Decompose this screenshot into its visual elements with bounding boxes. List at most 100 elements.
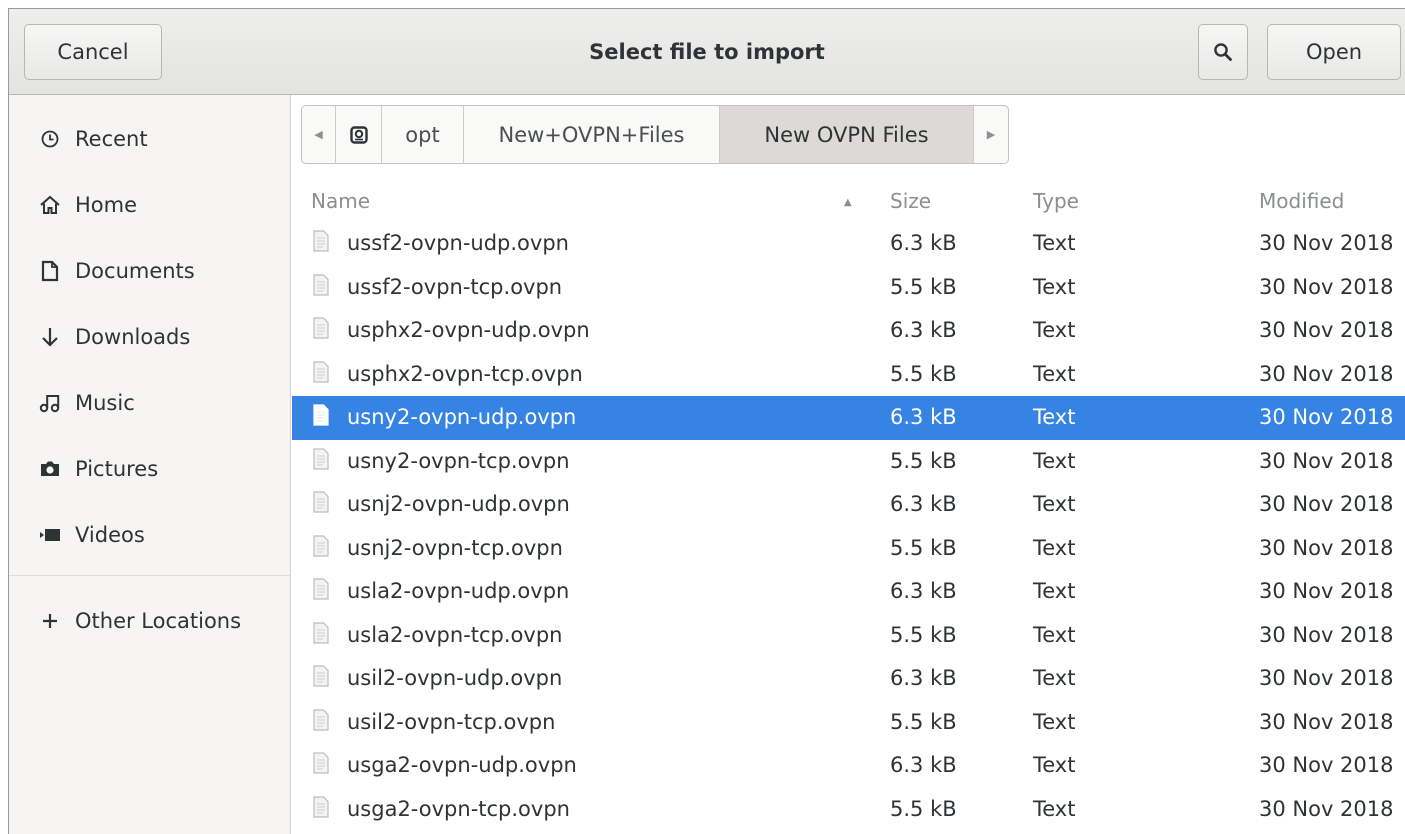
text-file-icon xyxy=(313,534,329,557)
file-name: usnj2-ovpn-udp.ovpn xyxy=(347,492,570,516)
text-file-icon xyxy=(313,491,329,513)
column-header-row: Name ▲ Size Type Modified xyxy=(292,179,1405,221)
path-segment-new-plus-ovpn-files[interactable]: New+OVPN+Files xyxy=(464,106,720,163)
file-row[interactable]: usga2-ovpn-tcp.ovpn 5.5 kB Text 30 Nov 2… xyxy=(292,788,1405,832)
file-modified: 30 Nov 2018 xyxy=(1259,666,1394,690)
file-size: 5.5 kB xyxy=(890,361,957,386)
file-type: Text xyxy=(1033,753,1076,777)
file-name: usphx2-ovpn-tcp.ovpn xyxy=(347,361,583,386)
file-chooser-dialog: Cancel Select file to import Open Recent… xyxy=(8,8,1405,834)
file-name: usla2-ovpn-udp.ovpn xyxy=(347,579,570,603)
text-file-icon xyxy=(313,795,329,818)
file-row[interactable]: usla2-ovpn-udp.ovpn 6.3 kB Text 30 Nov 2… xyxy=(292,570,1405,614)
path-bar: ◀ opt New+OVPN+Files New OVPN Files ▶ xyxy=(301,105,1009,164)
file-type: Text xyxy=(1033,622,1076,647)
file-size: 6.3 kB xyxy=(890,405,957,429)
sidebar-item-downloads[interactable]: Downloads xyxy=(9,309,290,365)
sidebar-item-documents[interactable]: Documents xyxy=(9,243,290,299)
file-type: Text xyxy=(1033,405,1076,429)
drive-icon xyxy=(349,125,368,144)
file-name: usga2-ovpn-tcp.ovpn xyxy=(347,796,570,821)
text-file-icon xyxy=(313,752,329,774)
file-size: 6.3 kB xyxy=(890,492,957,516)
file-type: Text xyxy=(1033,796,1076,821)
file-row[interactable]: ussf2-ovpn-tcp.ovpn 5.5 kB Text 30 Nov 2… xyxy=(292,266,1405,310)
file-type: Text xyxy=(1033,361,1076,386)
file-row[interactable]: usny2-ovpn-tcp.ovpn 5.5 kB Text 30 Nov 2… xyxy=(292,440,1405,484)
column-header-modified[interactable]: Modified xyxy=(1259,189,1344,213)
music-icon xyxy=(37,392,63,414)
text-file-icon xyxy=(313,360,329,383)
path-root-button[interactable] xyxy=(336,106,382,163)
file-row[interactable]: usnj2-ovpn-udp.ovpn 6.3 kB Text 30 Nov 2… xyxy=(292,483,1405,527)
text-file-icon xyxy=(313,404,329,426)
clock-icon xyxy=(37,129,63,149)
video-icon xyxy=(37,527,63,543)
file-row[interactable]: usil2-ovpn-tcp.ovpn 5.5 kB Text 30 Nov 2… xyxy=(292,701,1405,745)
file-row[interactable]: usga2-ovpn-udp.ovpn 6.3 kB Text 30 Nov 2… xyxy=(292,744,1405,788)
file-row[interactable]: ussf2-ovpn-udp.ovpn 6.3 kB Text 30 Nov 2… xyxy=(292,222,1405,266)
file-modified: 30 Nov 2018 xyxy=(1259,709,1394,734)
search-button[interactable] xyxy=(1198,24,1248,80)
sidebar-item-label: Documents xyxy=(75,259,195,283)
text-file-icon xyxy=(313,230,329,252)
file-modified: 30 Nov 2018 xyxy=(1259,492,1394,516)
sidebar-item-label: Other Locations xyxy=(75,609,242,633)
path-scroll-left-button[interactable]: ◀ xyxy=(302,106,336,163)
file-name: usla2-ovpn-tcp.ovpn xyxy=(347,622,563,647)
file-type: Text xyxy=(1033,274,1076,299)
file-size: 5.5 kB xyxy=(890,709,957,734)
file-size: 6.3 kB xyxy=(890,231,957,255)
sidebar-item-other-locations[interactable]: Other Locations xyxy=(9,593,290,649)
text-file-icon xyxy=(313,708,329,731)
file-name: ussf2-ovpn-udp.ovpn xyxy=(347,231,569,255)
file-name: usil2-ovpn-tcp.ovpn xyxy=(347,709,556,734)
file-name: usphx2-ovpn-udp.ovpn xyxy=(347,318,590,342)
path-segment-new-ovpn-files[interactable]: New OVPN Files xyxy=(720,106,974,163)
file-row[interactable]: usphx2-ovpn-tcp.ovpn 5.5 kB Text 30 Nov … xyxy=(292,353,1405,397)
file-row-selected[interactable]: usny2-ovpn-udp.ovpn 6.3 kB Text 30 Nov 2… xyxy=(292,396,1405,440)
file-modified: 30 Nov 2018 xyxy=(1259,579,1394,603)
file-type: Text xyxy=(1033,535,1076,560)
sidebar-item-pictures[interactable]: Pictures xyxy=(9,441,290,497)
file-modified: 30 Nov 2018 xyxy=(1259,535,1394,560)
file-size: 6.3 kB xyxy=(890,579,957,603)
file-size: 5.5 kB xyxy=(890,535,957,560)
text-file-icon xyxy=(313,621,329,644)
file-type: Text xyxy=(1033,318,1076,342)
file-row[interactable]: usphx2-ovpn-udp.ovpn 6.3 kB Text 30 Nov … xyxy=(292,309,1405,353)
sidebar-item-music[interactable]: Music xyxy=(9,375,290,431)
file-size: 5.5 kB xyxy=(890,274,957,299)
file-name: ussf2-ovpn-tcp.ovpn xyxy=(347,274,563,299)
open-button[interactable]: Open xyxy=(1267,24,1401,80)
dialog-title: Select file to import xyxy=(589,40,825,64)
file-row[interactable]: usnj2-ovpn-tcp.ovpn 5.5 kB Text 30 Nov 2… xyxy=(292,527,1405,571)
file-modified: 30 Nov 2018 xyxy=(1259,405,1394,429)
file-row[interactable]: usil2-ovpn-udp.ovpn 6.3 kB Text 30 Nov 2… xyxy=(292,657,1405,701)
file-type: Text xyxy=(1033,579,1076,603)
text-file-icon xyxy=(313,273,329,296)
file-row[interactable]: usla2-ovpn-tcp.ovpn 5.5 kB Text 30 Nov 2… xyxy=(292,614,1405,658)
path-scroll-right-button[interactable]: ▶ xyxy=(974,106,1008,163)
column-header-size[interactable]: Size xyxy=(890,189,931,213)
file-size: 5.5 kB xyxy=(890,448,957,473)
home-icon xyxy=(37,195,63,215)
column-header-name[interactable]: Name xyxy=(311,189,370,213)
sidebar-item-home[interactable]: Home xyxy=(9,177,290,233)
file-rows: ussf2-ovpn-udp.ovpn 6.3 kB Text 30 Nov 2… xyxy=(292,222,1405,831)
file-type: Text xyxy=(1033,666,1076,690)
file-modified: 30 Nov 2018 xyxy=(1259,448,1394,473)
file-size: 5.5 kB xyxy=(890,796,957,821)
camera-icon xyxy=(37,459,63,479)
path-segment-opt[interactable]: opt xyxy=(382,106,464,163)
cancel-button[interactable]: Cancel xyxy=(24,24,162,80)
file-modified: 30 Nov 2018 xyxy=(1259,361,1394,386)
file-size: 6.3 kB xyxy=(890,753,957,777)
sidebar-item-recent[interactable]: Recent xyxy=(9,111,290,167)
sidebar-item-videos[interactable]: Videos xyxy=(9,507,290,563)
column-header-type[interactable]: Type xyxy=(1033,189,1079,213)
file-modified: 30 Nov 2018 xyxy=(1259,274,1394,299)
text-file-icon xyxy=(313,317,329,339)
sidebar-item-label: Music xyxy=(75,391,135,415)
sidebar-item-label: Downloads xyxy=(75,325,191,349)
